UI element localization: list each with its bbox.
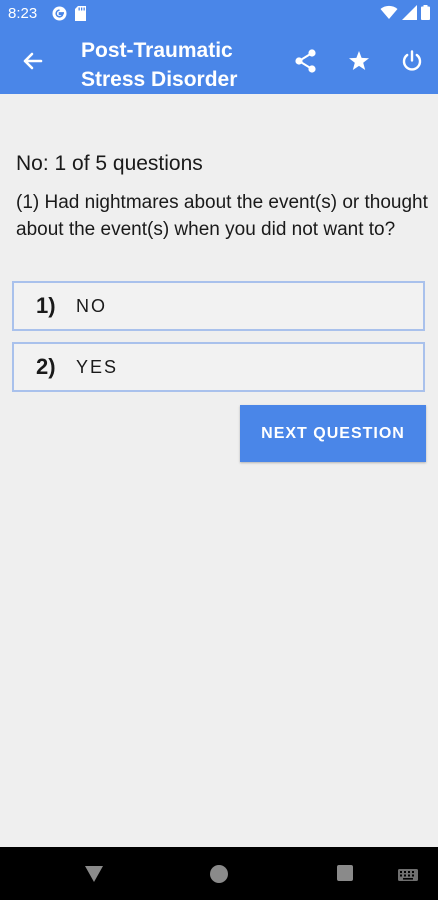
back-button[interactable] bbox=[18, 46, 48, 76]
back-triangle-icon bbox=[85, 866, 103, 882]
wifi-icon bbox=[380, 5, 398, 24]
status-right-icons bbox=[380, 5, 430, 24]
answer-option-no[interactable]: 1) NO bbox=[12, 281, 425, 331]
option-number: 1) bbox=[36, 293, 56, 318]
answer-option-yes[interactable]: 2) YES bbox=[12, 342, 425, 392]
star-icon bbox=[349, 51, 369, 70]
next-question-button[interactable]: NEXT QUESTION bbox=[240, 405, 426, 462]
battery-icon bbox=[421, 5, 430, 24]
question-progress: No: 1 of 5 questions bbox=[16, 152, 203, 175]
arrow-left-icon bbox=[23, 52, 43, 70]
keyboard-icon[interactable] bbox=[398, 868, 418, 881]
signal-icon bbox=[402, 5, 417, 24]
app-bar: Post-Traumatic Stress Disorder bbox=[0, 28, 438, 94]
option-label: YES bbox=[76, 356, 119, 377]
status-left-icons bbox=[52, 6, 86, 25]
power-icon bbox=[402, 50, 422, 71]
question-text: (1) Had nightmares about the event(s) or… bbox=[16, 192, 428, 240]
option-label: NO bbox=[76, 295, 107, 316]
option-number: 2) bbox=[36, 354, 56, 379]
favorite-button[interactable] bbox=[344, 46, 374, 76]
share-button[interactable] bbox=[291, 46, 321, 76]
nav-home-button[interactable] bbox=[210, 865, 228, 883]
system-nav-bar bbox=[0, 847, 438, 900]
nav-recents-button[interactable] bbox=[337, 865, 353, 881]
share-icon bbox=[295, 49, 316, 73]
status-bar: 8:23 bbox=[0, 0, 438, 28]
sd-card-icon bbox=[75, 6, 86, 25]
app-title: Post-Traumatic Stress Disorder bbox=[81, 39, 238, 91]
g-circle-icon bbox=[52, 6, 67, 25]
screen: 8:23 Post-Traumatic Stress Disorder No: … bbox=[0, 0, 438, 900]
power-button[interactable] bbox=[397, 46, 427, 76]
status-time: 8:23 bbox=[8, 5, 38, 22]
nav-back-button[interactable] bbox=[84, 865, 104, 883]
